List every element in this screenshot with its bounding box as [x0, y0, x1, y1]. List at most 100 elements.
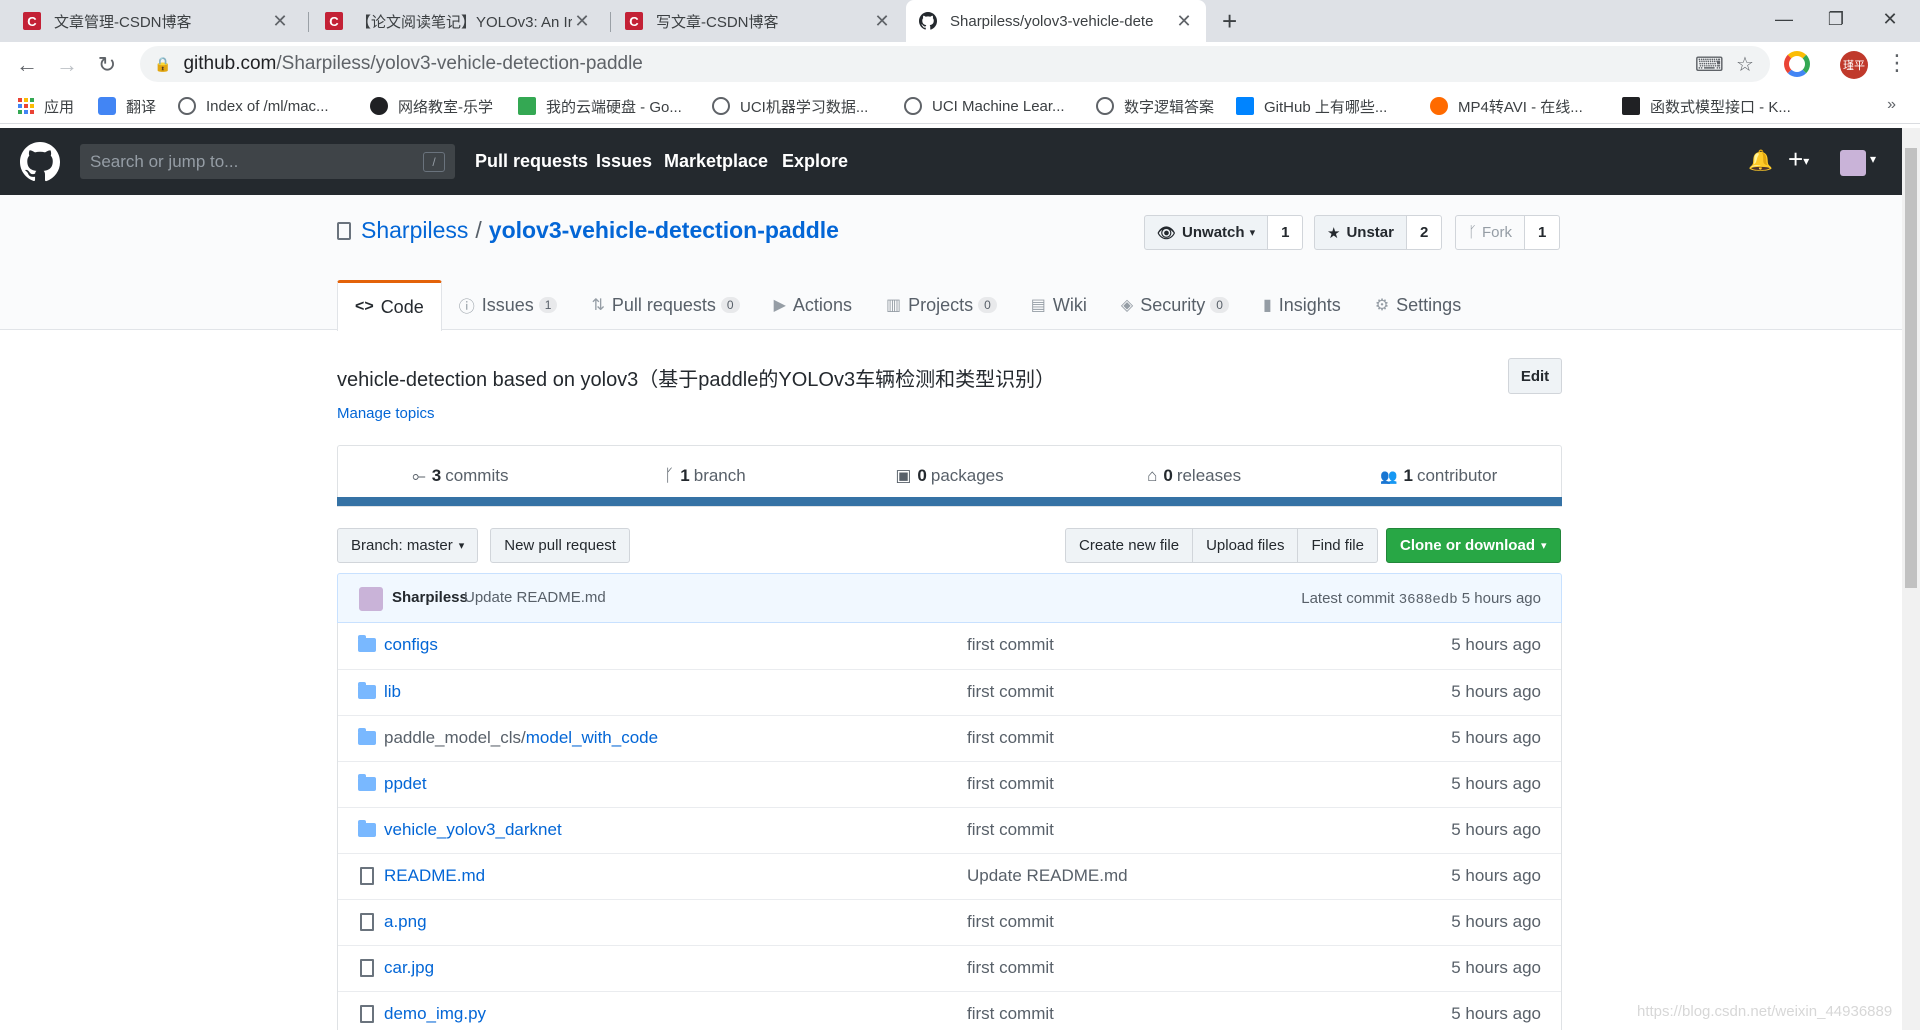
browser-tab-1[interactable]: C 文章管理-CSDN博客 ✕	[10, 0, 302, 42]
notifications-bell-icon[interactable]: 🔔	[1748, 148, 1773, 173]
user-avatar[interactable]	[1840, 150, 1866, 176]
bookmark-item[interactable]: 网络教室-乐学	[370, 88, 493, 124]
bookmark-item[interactable]: 翻译	[98, 88, 156, 124]
convert-icon	[1430, 97, 1448, 115]
branch-actions: Branch: master ▾ New pull request	[337, 528, 630, 563]
file-name-link[interactable]: vehicle_yolov3_darknet	[384, 820, 562, 840]
nav-explore[interactable]: Explore	[782, 128, 848, 195]
file-commit-message-link[interactable]: first commit	[967, 635, 1054, 655]
tab-code[interactable]: <> Code	[337, 280, 442, 331]
new-tab-icon[interactable]: +	[1222, 6, 1237, 37]
browser-tab-2[interactable]: C 【论文阅读笔记】YOLOv3: An Ir ✕	[312, 0, 604, 42]
tab-wiki[interactable]: ▤ Wiki	[1014, 280, 1104, 330]
tab-settings[interactable]: ⚙ Settings	[1358, 280, 1478, 330]
file-name-link[interactable]: README.md	[384, 866, 485, 886]
bookmark-star-icon[interactable]: ☆	[1736, 52, 1754, 77]
bookmark-item[interactable]: 我的云端硬盘 - Go...	[518, 88, 682, 124]
translate-icon[interactable]: ⌨	[1695, 52, 1724, 77]
repo-path-separator: /	[475, 217, 482, 243]
bookmark-item[interactable]: UCI Machine Lear...	[904, 88, 1065, 124]
bookmark-item[interactable]: GitHub 上有哪些...	[1236, 88, 1387, 124]
browser-tab-3[interactable]: C 写文章-CSDN博客 ✕	[612, 0, 904, 42]
browser-tab-active[interactable]: Sharpiless/yolov3-vehicle-dete ✕	[906, 0, 1206, 42]
file-name: ppdet	[384, 774, 427, 793]
file-commit-message-link[interactable]: Update README.md	[967, 866, 1128, 886]
create-new-file-button[interactable]: Create new file	[1065, 528, 1194, 563]
window-close-icon[interactable]: ✕	[1862, 0, 1918, 38]
file-commit-message-link[interactable]: first commit	[967, 728, 1054, 748]
commit-sha-link[interactable]: 3688edb	[1399, 592, 1458, 608]
github-logo-icon[interactable]	[20, 142, 60, 182]
address-bar[interactable]: 🔒 github.com/Sharpiless/yolov3-vehicle-d…	[140, 46, 1770, 82]
browser-menu-icon[interactable]: ⋮	[1886, 50, 1908, 76]
file-name-link[interactable]: ppdet	[384, 774, 427, 794]
nav-pull-requests[interactable]: Pull requests	[475, 128, 588, 195]
profile-avatar[interactable]: 瑾平	[1840, 51, 1868, 79]
bookmarks-overflow-icon[interactable]: »	[1887, 96, 1896, 114]
repo-name-link[interactable]: yolov3-vehicle-detection-paddle	[489, 217, 839, 244]
close-tab-icon[interactable]: ✕	[1174, 11, 1194, 32]
file-commit-message-link[interactable]: first commit	[967, 820, 1054, 840]
nav-marketplace[interactable]: Marketplace	[664, 128, 768, 195]
fork-button[interactable]: ᚴ Fork	[1455, 215, 1526, 250]
minimize-icon[interactable]: —	[1756, 0, 1812, 38]
bookmark-item[interactable]: 函数式模型接口 - K...	[1622, 88, 1791, 124]
file-name-link[interactable]: configs	[384, 635, 438, 655]
tab-pull-requests[interactable]: ⇅ Pull requests 0	[574, 280, 756, 330]
commit-author-avatar[interactable]	[359, 587, 383, 611]
stargazers-count[interactable]: 2	[1406, 215, 1443, 250]
file-commit-message-link[interactable]: first commit	[967, 958, 1054, 978]
file-commit-message-link[interactable]: first commit	[967, 912, 1054, 932]
back-icon[interactable]: ←	[12, 50, 42, 80]
forks-count[interactable]: 1	[1525, 215, 1561, 250]
avatar-dropdown-caret-icon[interactable]: ▾	[1870, 152, 1876, 166]
bookmark-apps[interactable]: 应用	[18, 88, 74, 124]
file-commit-message-link[interactable]: first commit	[967, 1004, 1054, 1024]
file-name-link[interactable]: demo_img.py	[384, 1004, 486, 1024]
clone-or-download-button[interactable]: Clone or download ▾	[1385, 528, 1561, 563]
close-tab-icon[interactable]: ✕	[270, 11, 290, 32]
tab-actions[interactable]: ▶ Actions	[757, 280, 869, 330]
file-name-link[interactable]: paddle_model_cls/model_with_code	[384, 728, 658, 748]
page-scrollbar[interactable]	[1902, 128, 1920, 1030]
file-name-link[interactable]: lib	[384, 682, 401, 702]
nav-issues[interactable]: Issues	[596, 128, 652, 195]
reload-icon[interactable]: ↻	[92, 50, 122, 80]
unwatch-button[interactable]: 👁 Unwatch ▾	[1144, 215, 1269, 250]
code-icon: <>	[355, 298, 374, 315]
tab-projects[interactable]: ▥ Projects 0	[869, 280, 1014, 330]
manage-topics-link[interactable]: Manage topics	[337, 405, 435, 422]
new-pull-request-button[interactable]: New pull request	[490, 528, 630, 563]
branch-select-button[interactable]: Branch: master ▾	[337, 528, 479, 563]
watchers-count[interactable]: 1	[1268, 215, 1304, 250]
search-input[interactable]: Search or jump to... /	[80, 144, 455, 179]
upload-files-button[interactable]: Upload files	[1193, 528, 1299, 563]
bookmark-item[interactable]: Index of /ml/mac...	[178, 88, 329, 124]
close-tab-icon[interactable]: ✕	[872, 11, 892, 32]
tab-security[interactable]: ◈ Security 0	[1104, 280, 1246, 330]
edit-description-button[interactable]: Edit	[1508, 358, 1562, 394]
bookmark-item[interactable]: 数字逻辑答案	[1096, 88, 1214, 124]
file-name-link[interactable]: car.jpg	[384, 958, 434, 978]
extension-icon[interactable]	[1784, 51, 1810, 77]
commit-message-link[interactable]: Update README.md	[464, 589, 606, 606]
tab-issues[interactable]: ⓘ Issues 1	[442, 280, 575, 330]
tab-insights[interactable]: ▮ Insights	[1246, 280, 1358, 330]
file-name-link[interactable]: a.png	[384, 912, 427, 932]
forward-icon[interactable]: →	[52, 50, 82, 80]
scrollbar-thumb[interactable]	[1905, 148, 1917, 588]
fork-label: Fork	[1482, 224, 1513, 241]
create-new-plus-icon[interactable]: +▾	[1788, 144, 1809, 175]
bookmark-item[interactable]: MP4转AVI - 在线...	[1430, 88, 1583, 124]
bookmark-item[interactable]: UCI机器学习数据...	[712, 88, 868, 124]
unstar-button[interactable]: ★ Unstar	[1314, 215, 1407, 250]
file-commit-message-link[interactable]: first commit	[967, 774, 1054, 794]
file-commit-message-link[interactable]: first commit	[967, 682, 1054, 702]
unstar-label: Unstar	[1346, 224, 1394, 241]
close-tab-icon[interactable]: ✕	[572, 11, 592, 32]
repo-owner-link[interactable]: Sharpiless	[361, 217, 468, 244]
commit-author-link[interactable]: Sharpiless	[392, 589, 468, 606]
language-bar[interactable]	[337, 497, 1562, 506]
find-file-button[interactable]: Find file	[1298, 528, 1378, 563]
restore-icon[interactable]: ❐	[1808, 0, 1864, 38]
